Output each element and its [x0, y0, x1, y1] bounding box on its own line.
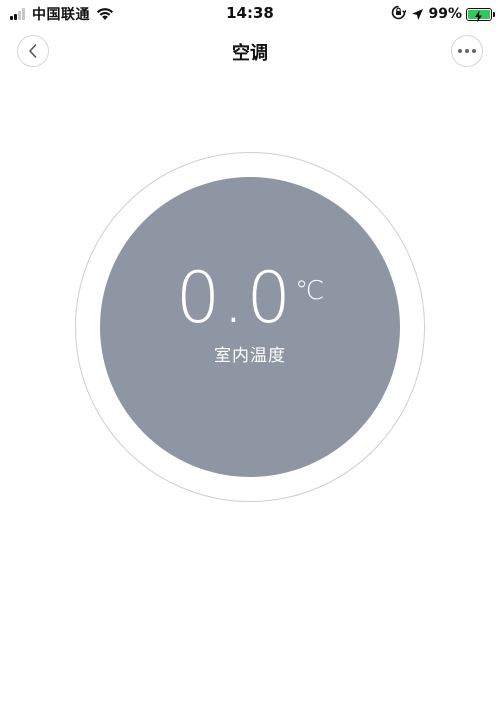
temperature-label: 室内温度 [214, 346, 286, 366]
status-right: 99% [391, 4, 495, 24]
temperature-unit: ℃ [295, 276, 325, 306]
temperature-readout: 0.0 ℃ [0, 258, 500, 338]
page-title: 空调 [232, 43, 268, 64]
temperature-value: 0.0 [175, 257, 294, 339]
orientation-lock-icon [391, 5, 408, 24]
location-icon [411, 8, 424, 21]
more-dots-icon [457, 49, 478, 53]
charging-bolt-icon [474, 8, 483, 27]
battery-percent: 99% [428, 6, 462, 22]
battery-icon [466, 7, 495, 22]
status-bar: 中国联通 14:38 99% [0, 0, 500, 28]
more-button[interactable] [451, 35, 483, 67]
navigation-bar: 空调 [0, 28, 500, 74]
